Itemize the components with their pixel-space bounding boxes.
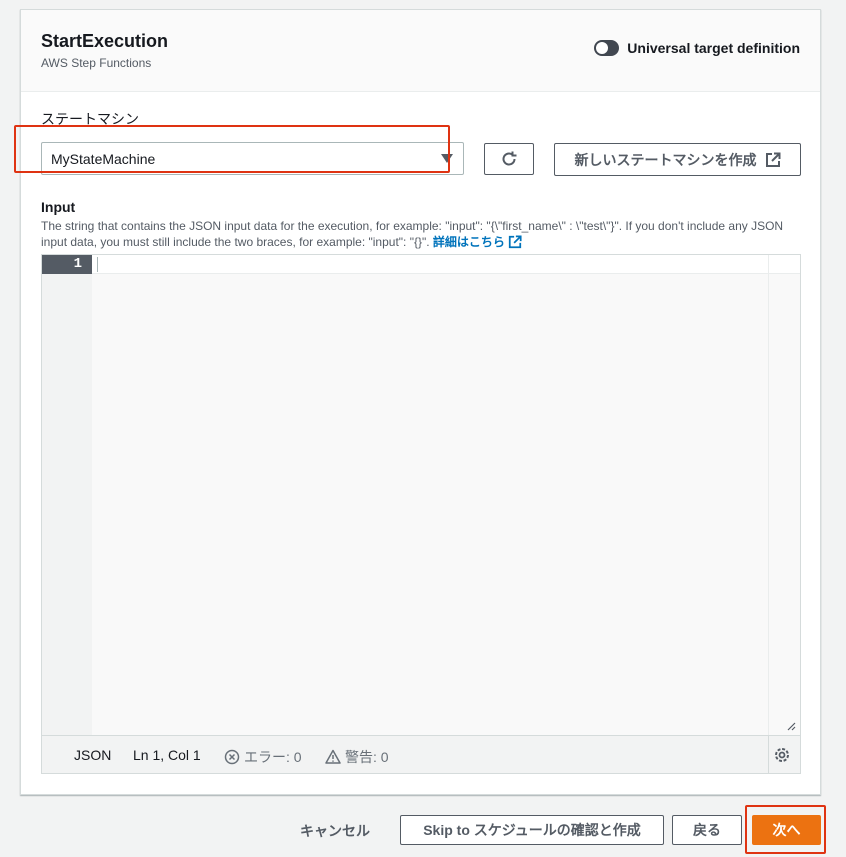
external-link-icon	[765, 152, 780, 167]
learn-more-text: 詳細はこちら	[432, 235, 505, 249]
error-count[interactable]: エラー: 0	[224, 747, 302, 767]
editor-right-rail	[768, 255, 800, 735]
warning-count[interactable]: 警告: 0	[325, 747, 389, 767]
text-cursor	[97, 257, 98, 272]
skip-to-review-button[interactable]: Skip to スケジュールの確認と作成	[400, 815, 664, 845]
warning-count-label: 警告: 0	[345, 749, 389, 765]
universal-target-toggle[interactable]	[594, 40, 620, 56]
active-line	[92, 255, 768, 274]
universal-target-toggle-wrap: Universal target definition	[594, 40, 800, 56]
create-state-machine-button[interactable]: 新しいステートマシンを作成	[554, 143, 801, 176]
input-description: The string that contains the JSON input …	[41, 218, 801, 250]
next-button[interactable]: 次へ	[752, 815, 821, 845]
status-separator	[768, 736, 769, 774]
input-label: Input	[41, 199, 76, 215]
cursor-position: Ln 1, Col 1	[133, 747, 201, 763]
back-button[interactable]: 戻る	[672, 815, 742, 845]
editor-gutter: 1	[42, 255, 92, 735]
state-machine-highlight	[14, 125, 450, 173]
error-icon	[224, 749, 240, 765]
panel-header: StartExecution AWS Step Functions Univer…	[21, 10, 820, 92]
editor-text-area[interactable]	[92, 255, 768, 735]
refresh-icon	[502, 151, 517, 166]
create-state-machine-label: 新しいステートマシンを作成	[574, 151, 757, 168]
error-count-label: エラー: 0	[244, 749, 302, 765]
external-link-icon	[508, 235, 522, 249]
panel-title: StartExecution	[41, 31, 169, 51]
rail-top	[769, 255, 800, 274]
toggle-knob	[596, 42, 609, 54]
learn-more-link[interactable]: 詳細はこちら	[433, 235, 522, 249]
panel-subtitle: AWS Step Functions	[41, 56, 152, 70]
editor-status-bar: JSON Ln 1, Col 1 エラー: 0 警告: 0	[42, 735, 800, 774]
line-number: 1	[42, 255, 92, 274]
toggle-label: Universal target definition	[627, 40, 800, 56]
language-indicator: JSON	[74, 747, 112, 763]
warning-icon	[325, 749, 341, 764]
json-code-editor: 1 JSON Ln 1, Col 1 エラー: 0 警告: 0	[41, 254, 801, 774]
cancel-button[interactable]: キャンセル	[300, 821, 370, 841]
refresh-button[interactable]	[484, 143, 534, 175]
settings-gear-icon[interactable]	[773, 746, 791, 764]
input-description-text: The string that contains the JSON input …	[41, 219, 784, 249]
resize-grip-icon[interactable]	[786, 721, 796, 731]
